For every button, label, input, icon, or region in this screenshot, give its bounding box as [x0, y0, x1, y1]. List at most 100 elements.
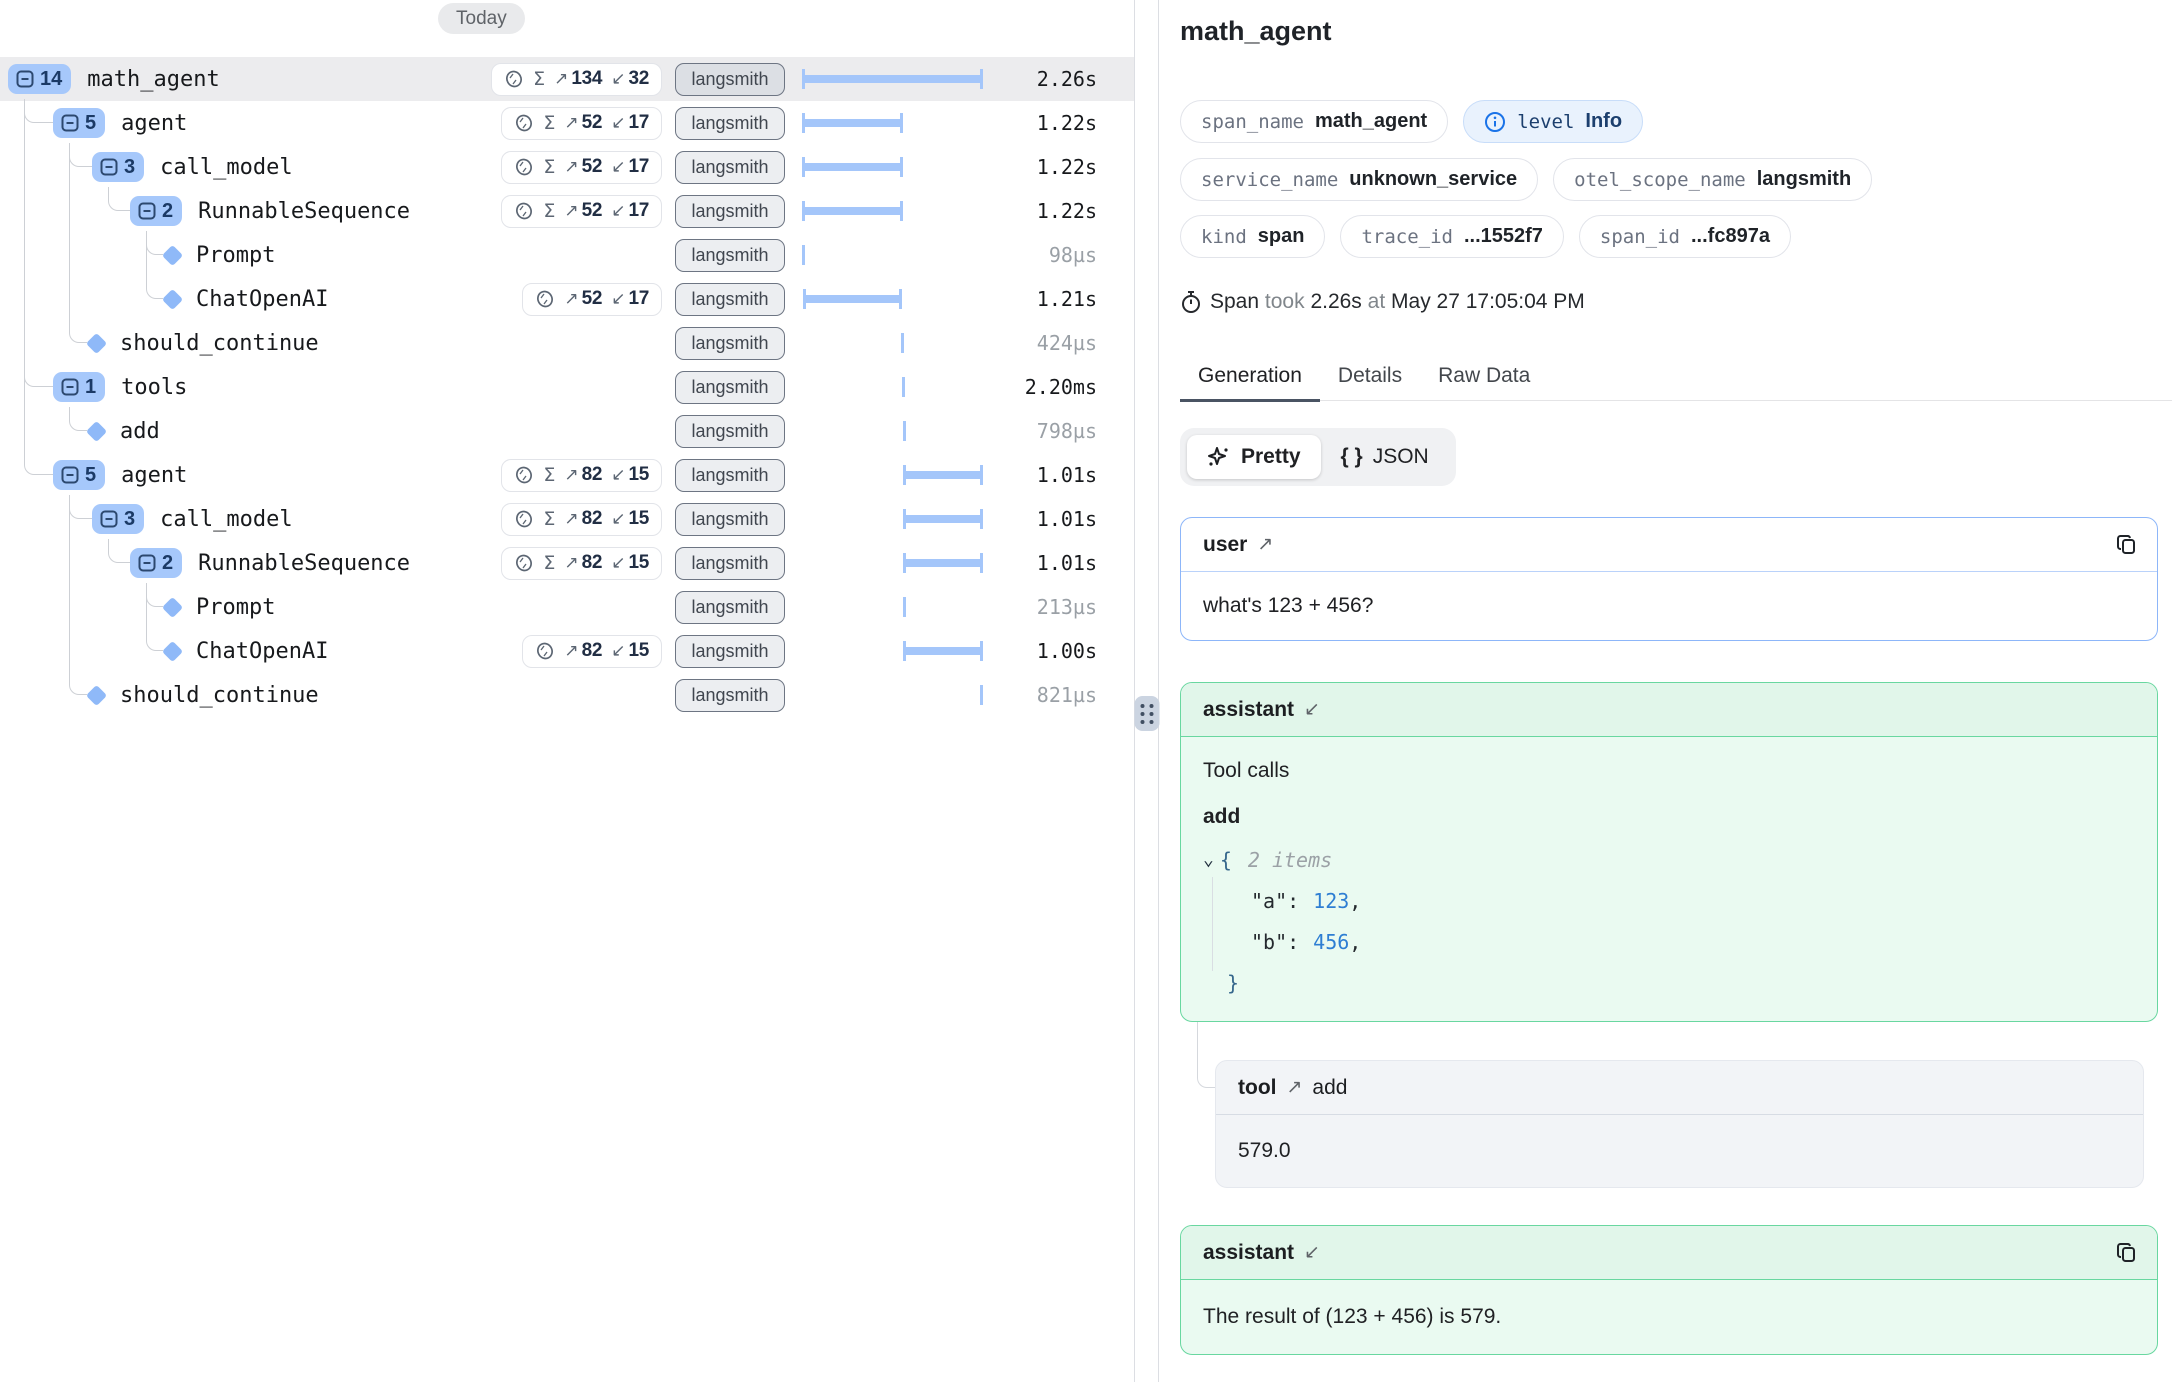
sparkle-icon — [1207, 445, 1231, 469]
trace-row-Prompt[interactable]: Promptlangsmith213µs — [0, 585, 1134, 629]
waterfall-bar — [802, 376, 983, 398]
sigma-icon: Σ — [543, 156, 555, 178]
format-toggle: Pretty { } JSON — [1180, 428, 1456, 486]
attribute-pill-level[interactable]: levelInfo — [1463, 100, 1643, 143]
langsmith-chip[interactable]: langsmith — [675, 591, 785, 624]
tree-connector-elbow — [69, 324, 87, 343]
tree-connector-elbow — [146, 588, 163, 607]
langsmith-chip[interactable]: langsmith — [675, 547, 785, 580]
arrow-up-right-icon: ↗ — [564, 553, 578, 573]
attribute-pill-service_name[interactable]: service_nameunknown_service — [1180, 158, 1538, 201]
langsmith-chip[interactable]: langsmith — [675, 415, 785, 448]
langsmith-chip[interactable]: langsmith — [675, 195, 785, 228]
trace-row-RunnableSequence[interactable]: 2RunnableSequenceΣ↗82↙15langsmith1.01s — [0, 541, 1134, 585]
langsmith-chip[interactable]: langsmith — [675, 371, 785, 404]
assistant-message-text: The result of (123 + 456) is 579. — [1181, 1280, 2157, 1353]
tool-result-text: 579.0 — [1216, 1115, 2143, 1187]
chevron-down-icon[interactable]: ⌄ — [1203, 849, 1214, 870]
langsmith-chip[interactable]: langsmith — [675, 283, 785, 316]
tree-connector-elbow — [69, 412, 87, 431]
duration-label: 424µs — [1037, 331, 1097, 355]
tab-details[interactable]: Details — [1320, 352, 1420, 400]
trace-row-agent[interactable]: 5agentΣ↗52↙17langsmith1.22s — [0, 101, 1134, 145]
panel-resize-gutter[interactable] — [1134, 0, 1159, 1382]
waterfall-bar — [802, 508, 983, 530]
span-name-label: call_model — [160, 155, 292, 180]
langsmith-chip[interactable]: langsmith — [675, 635, 785, 668]
attribute-pill-trace_id[interactable]: trace_id...1552f7 — [1340, 215, 1563, 258]
arrow-down-left-icon: ↙ — [1304, 698, 1320, 721]
sigma-icon: Σ — [533, 68, 545, 90]
duration-label: 2.26s — [1037, 67, 1097, 91]
span-name-label: Prompt — [196, 243, 275, 268]
arrow-up-right-icon: ↗ — [564, 201, 578, 221]
collapse-count-badge[interactable]: 1 — [53, 372, 105, 402]
token-coin-icon — [514, 201, 534, 221]
arrow-up-right-icon: ↗ — [1286, 1076, 1302, 1099]
langsmith-chip[interactable]: langsmith — [675, 459, 785, 492]
langsmith-chip[interactable]: langsmith — [675, 239, 785, 272]
trace-row-add[interactable]: addlangsmith798µs — [0, 409, 1134, 453]
waterfall-bar — [802, 288, 983, 310]
user-message-text: what's 123 + 456? — [1181, 572, 2157, 640]
span-name-label: call_model — [160, 507, 292, 532]
arrow-up-right-icon: ↗ — [564, 113, 578, 133]
drag-handle-icon[interactable] — [1134, 696, 1159, 731]
copy-button[interactable] — [2113, 531, 2141, 559]
duration-label: 1.01s — [1037, 507, 1097, 531]
tab-generation[interactable]: Generation — [1180, 352, 1320, 400]
json-toggle-button[interactable]: { } JSON — [1321, 435, 1449, 479]
collapse-count-badge[interactable]: 5 — [53, 460, 105, 490]
trace-row-should_continue[interactable]: should_continuelangsmith424µs — [0, 321, 1134, 365]
tool-card-header: tool ↗ add — [1216, 1061, 2143, 1115]
tree-connector-elbow — [24, 104, 53, 123]
pretty-toggle-button[interactable]: Pretty — [1187, 435, 1321, 479]
trace-row-Prompt[interactable]: Promptlangsmith98µs — [0, 233, 1134, 277]
trace-row-should_continue[interactable]: should_continuelangsmith821µs — [0, 673, 1134, 717]
collapse-count-badge[interactable]: 2 — [130, 196, 182, 226]
langsmith-chip[interactable]: langsmith — [675, 679, 785, 712]
arrow-up-right-icon: ↗ — [564, 641, 578, 661]
attribute-pill-span_name[interactable]: span_namemath_agent — [1180, 100, 1448, 143]
collapse-count-badge[interactable]: 5 — [53, 108, 105, 138]
collapse-count-badge[interactable]: 2 — [130, 548, 182, 578]
token-coin-icon — [535, 289, 555, 309]
duration-label: 798µs — [1037, 419, 1097, 443]
collapse-count-badge[interactable]: 14 — [8, 64, 71, 94]
role-label: assistant — [1203, 698, 1294, 722]
langsmith-chip[interactable]: langsmith — [675, 151, 785, 184]
trace-row-call_model[interactable]: 3call_modelΣ↗82↙15langsmith1.01s — [0, 497, 1134, 541]
collapse-count-badge[interactable]: 3 — [92, 504, 144, 534]
token-count-badge: Σ↗52↙17 — [501, 151, 662, 184]
tree-connector-elbow — [146, 280, 163, 299]
arrow-up-right-icon: ↗ — [564, 157, 578, 177]
attribute-pill-row-3: kindspan trace_id...1552f7 span_id...fc897… — [1180, 215, 2162, 258]
attribute-pill-otel_scope_name[interactable]: otel_scope_namelangsmith — [1553, 158, 1872, 201]
attribute-pill-span_id[interactable]: span_id...fc897a — [1579, 215, 1791, 258]
langsmith-chip[interactable]: langsmith — [675, 107, 785, 140]
langsmith-chip[interactable]: langsmith — [675, 63, 785, 96]
trace-row-ChatOpenAI[interactable]: ChatOpenAI↗52↙17langsmith1.21s — [0, 277, 1134, 321]
trace-row-agent[interactable]: 5agentΣ↗82↙15langsmith1.01s — [0, 453, 1134, 497]
langsmith-chip[interactable]: langsmith — [675, 327, 785, 360]
role-label: assistant — [1203, 1241, 1294, 1265]
tab-raw-data[interactable]: Raw Data — [1420, 352, 1548, 400]
trace-row-math_agent[interactable]: 14math_agentΣ↗134↙32langsmith2.26s — [0, 57, 1134, 101]
message-card-assistant-toolcall: assistant ↙ Tool calls add ⌄ { 2 items "… — [1180, 682, 2158, 1022]
tree-connector-line — [24, 99, 25, 463]
braces-icon: { } — [1341, 445, 1363, 469]
trace-row-RunnableSequence[interactable]: 2RunnableSequenceΣ↗52↙17langsmith1.22s — [0, 189, 1134, 233]
user-card-header: user ↗ — [1181, 518, 2157, 572]
waterfall-bar — [802, 200, 983, 222]
attribute-pill-kind[interactable]: kindspan — [1180, 215, 1325, 258]
token-coin-icon — [514, 509, 534, 529]
copy-button[interactable] — [2113, 1239, 2141, 1267]
langsmith-chip[interactable]: langsmith — [675, 503, 785, 536]
arrow-down-left-icon: ↙ — [611, 641, 625, 661]
collapse-count-badge[interactable]: 3 — [92, 152, 144, 182]
span-name-label: agent — [121, 111, 187, 136]
trace-row-tools[interactable]: 1toolslangsmith2.20ms — [0, 365, 1134, 409]
duration-label: 1.00s — [1037, 639, 1097, 663]
trace-row-ChatOpenAI[interactable]: ChatOpenAI↗82↙15langsmith1.00s — [0, 629, 1134, 673]
trace-row-call_model[interactable]: 3call_modelΣ↗52↙17langsmith1.22s — [0, 145, 1134, 189]
